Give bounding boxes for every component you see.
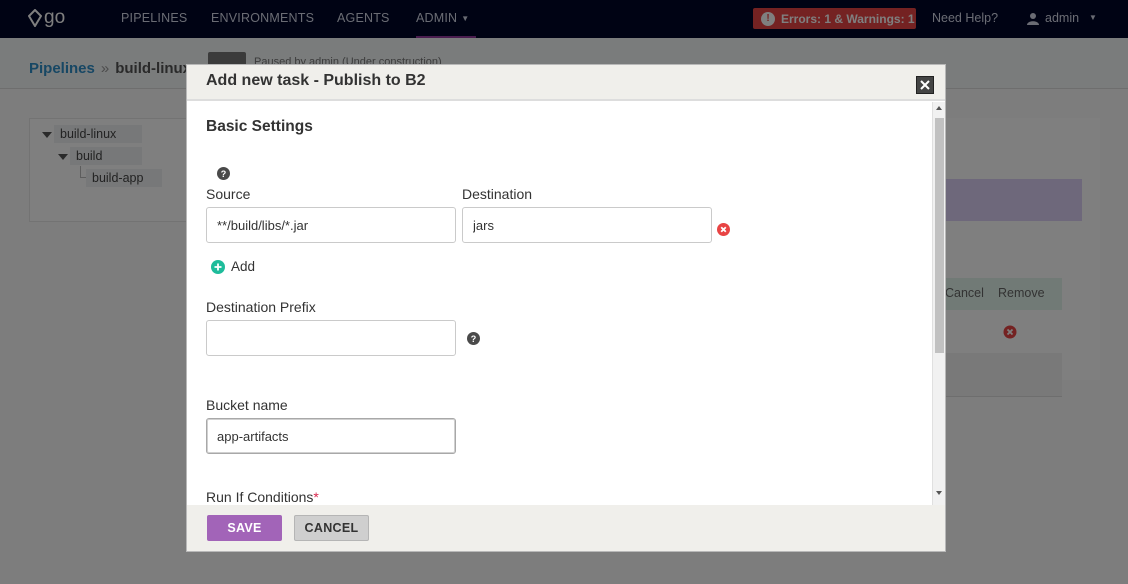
- add-task-modal: Add new task - Publish to B2 Basic Setti…: [186, 64, 946, 552]
- close-icon: [920, 80, 930, 90]
- plus-circle-icon: [211, 259, 225, 274]
- help-icon[interactable]: ?: [217, 167, 230, 180]
- close-button[interactable]: [916, 76, 934, 94]
- section-title: Basic Settings: [206, 118, 313, 135]
- modal-title: Add new task - Publish to B2: [206, 72, 426, 89]
- run-if-label: Run If Conditions*: [206, 489, 319, 505]
- add-artifact-button[interactable]: Add: [211, 259, 255, 274]
- svg-text:?: ?: [471, 334, 477, 344]
- source-label: Source: [206, 186, 251, 202]
- add-label: Add: [231, 259, 256, 274]
- save-button[interactable]: SAVE: [207, 515, 282, 541]
- modal-header: Add new task - Publish to B2: [187, 65, 945, 101]
- help-icon[interactable]: ?: [467, 332, 480, 345]
- cancel-button[interactable]: CANCEL: [294, 515, 369, 541]
- destination-prefix-input[interactable]: [206, 320, 456, 356]
- svg-text:?: ?: [221, 169, 227, 179]
- remove-row-icon[interactable]: [717, 223, 730, 236]
- bucket-name-label: Bucket name: [206, 397, 288, 413]
- modal-scrollbar[interactable]: [932, 102, 945, 505]
- bucket-name-input[interactable]: [206, 418, 456, 454]
- scroll-up-arrow-icon[interactable]: [936, 106, 942, 110]
- destination-prefix-label: Destination Prefix: [206, 299, 316, 315]
- scroll-down-arrow-icon[interactable]: [936, 491, 942, 495]
- scrollbar-thumb[interactable]: [935, 118, 944, 353]
- destination-input[interactable]: [462, 207, 712, 243]
- run-if-text: Run If Conditions: [206, 489, 314, 505]
- modal-footer: SAVE CANCEL: [187, 505, 945, 551]
- modal-body[interactable]: Basic Settings ? Source Destination Add …: [187, 102, 932, 505]
- destination-label: Destination: [462, 186, 533, 202]
- required-mark: *: [313, 489, 319, 505]
- source-input[interactable]: [206, 207, 456, 243]
